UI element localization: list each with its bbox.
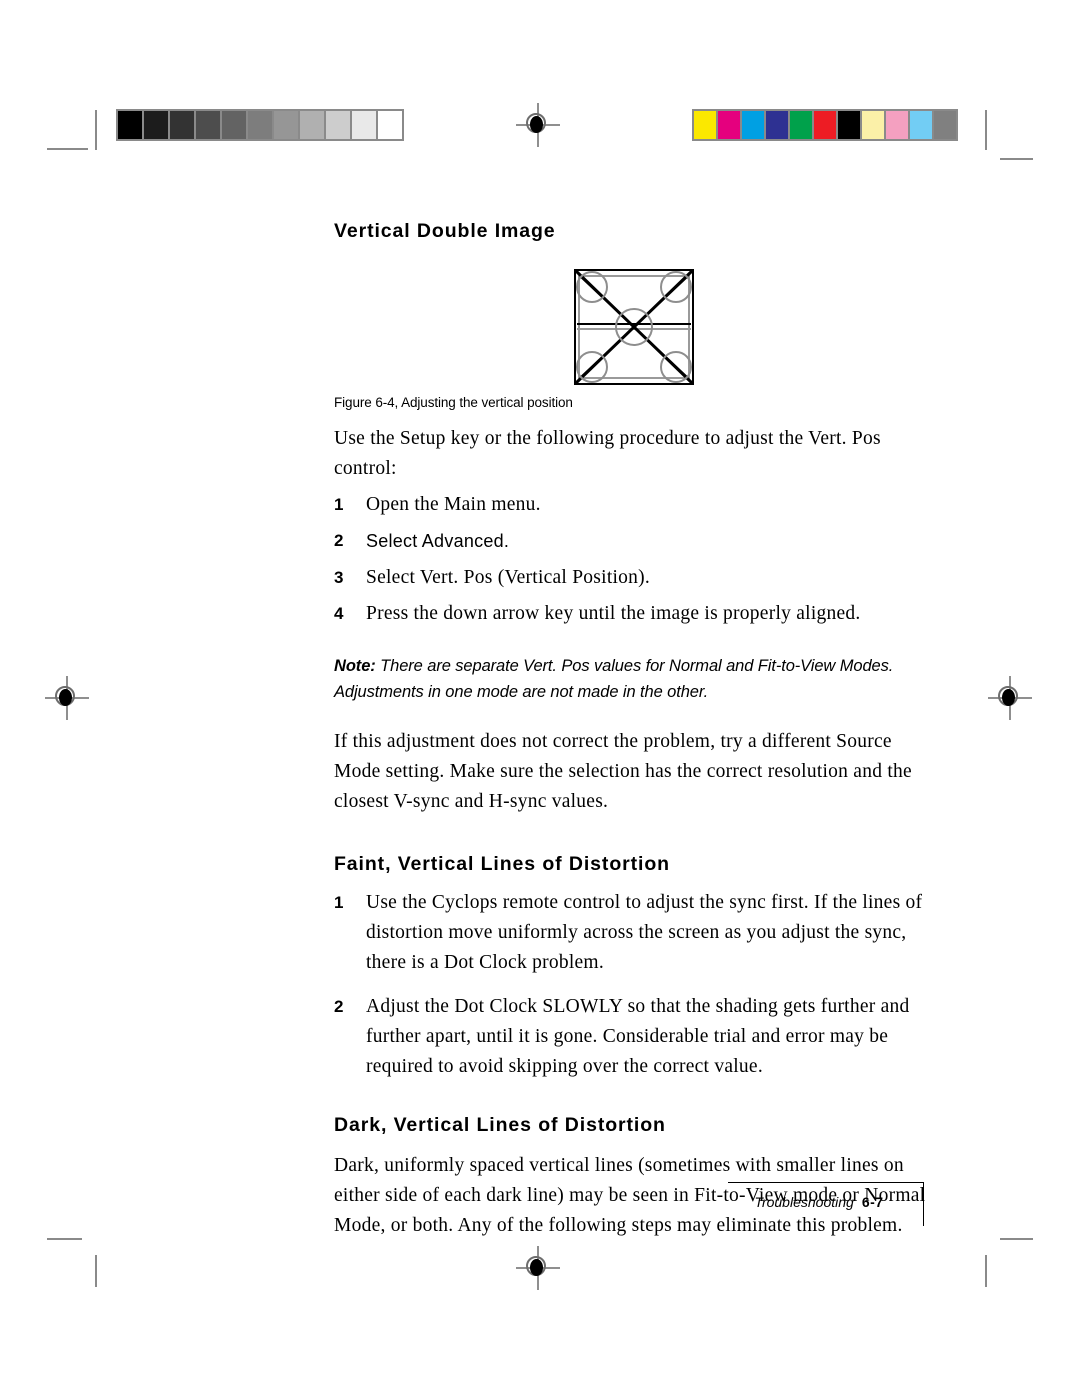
section-title-dark-vertical-lines: Dark, Vertical Lines of Distortion bbox=[334, 1114, 666, 1136]
step-number: 1 bbox=[334, 495, 344, 514]
figure-vertical-position bbox=[334, 267, 934, 387]
step-text: Open the Main menu. bbox=[366, 494, 541, 515]
step-text: Adjust the Dot Clock SLOWLY so that the … bbox=[366, 996, 910, 1077]
list-item: 3 Select Vert. Pos (Vertical Position). bbox=[334, 563, 934, 593]
step-text-before: Select bbox=[366, 531, 422, 551]
section-title-faint-vertical-lines: Faint, Vertical Lines of Distortion bbox=[334, 853, 670, 875]
footer-page-number: 6-7 bbox=[861, 1194, 884, 1210]
registration-dot bbox=[59, 689, 72, 706]
registration-dot bbox=[1002, 689, 1015, 706]
step-number: 2 bbox=[334, 997, 344, 1016]
page-title: Vertical Double Image bbox=[334, 220, 556, 242]
step-text: Use the Cyclops remote control to adjust… bbox=[366, 892, 923, 973]
crop-mark-bottom-right-horizontal bbox=[1000, 1238, 1033, 1240]
footer-rule-right bbox=[923, 1182, 924, 1226]
outro-paragraph: If this adjustment does not correct the … bbox=[334, 731, 912, 812]
crop-mark-bottom-right-vertical bbox=[985, 1255, 987, 1287]
crop-mark-top-right-horizontal bbox=[1000, 158, 1033, 160]
crop-mark-bottom-left-vertical bbox=[95, 1255, 97, 1287]
note-label: Note: bbox=[334, 657, 376, 675]
grayscale-swatch-7 bbox=[300, 111, 324, 139]
figure-caption: Figure 6-4, Adjusting the vertical posit… bbox=[334, 395, 573, 410]
list-item: 2 Select Advanced. bbox=[334, 526, 934, 557]
registration-mark-left-middle bbox=[45, 676, 89, 720]
list-item: 2 Adjust the Dot Clock SLOWLY so that th… bbox=[334, 992, 934, 1082]
footer-text: Troubleshooting 6-7 bbox=[728, 1194, 910, 1210]
grayscale-swatch-4 bbox=[222, 111, 246, 139]
registration-mark-right-middle bbox=[988, 676, 1032, 720]
list-item: 1 Open the Main menu. bbox=[334, 490, 934, 520]
step-term-advanced: Advanced bbox=[421, 531, 504, 551]
steps-list-faint-vertical-lines: 1 Use the Cyclops remote control to adju… bbox=[334, 888, 934, 1082]
step-text: Select Vert. Pos (Vertical Position). bbox=[366, 567, 651, 588]
alignment-test-pattern-icon bbox=[574, 269, 694, 385]
document-page: Vertical Double Image Figure 6-4, Adjust… bbox=[0, 0, 1080, 1397]
grayscale-swatch-3 bbox=[196, 111, 220, 139]
page-footer: Troubleshooting 6-7 bbox=[728, 1182, 924, 1226]
step-number: 3 bbox=[334, 568, 344, 587]
grayscale-swatch-5 bbox=[248, 111, 272, 139]
grayscale-swatch-6 bbox=[274, 111, 298, 139]
step-text: Press the down arrow key until the image… bbox=[366, 603, 861, 624]
grayscale-swatch-1 bbox=[144, 111, 168, 139]
step-number: 4 bbox=[334, 604, 344, 623]
footer-chapter-label: Troubleshooting bbox=[754, 1194, 854, 1210]
grayscale-swatch-0 bbox=[118, 111, 142, 139]
steps-list-vertical-double-image: 1 Open the Main menu. 2 Select Advanced.… bbox=[334, 490, 934, 629]
registration-dot bbox=[530, 1259, 543, 1276]
note-text: There are separate Vert. Pos values for … bbox=[334, 657, 894, 701]
step-number: 2 bbox=[334, 531, 344, 550]
crop-mark-top-left-horizontal bbox=[47, 148, 88, 150]
registration-mark-bottom-center bbox=[516, 1246, 560, 1290]
grayscale-swatch-2 bbox=[170, 111, 194, 139]
step-number: 1 bbox=[334, 893, 344, 912]
page-content: Vertical Double Image Figure 6-4, Adjust… bbox=[334, 0, 934, 1241]
list-item: 4 Press the down arrow key until the ima… bbox=[334, 599, 934, 629]
step-text-after: . bbox=[503, 531, 510, 551]
crop-mark-top-left-vertical bbox=[95, 110, 97, 150]
crop-mark-top-right-vertical bbox=[985, 110, 987, 150]
list-item: 1 Use the Cyclops remote control to adju… bbox=[334, 888, 934, 978]
color-swatch-10 bbox=[934, 111, 956, 139]
note-block: Note: There are separate Vert. Pos value… bbox=[334, 653, 934, 705]
crop-mark-bottom-left-horizontal bbox=[47, 1238, 82, 1240]
footer-rule-top bbox=[728, 1182, 924, 1183]
intro-paragraph: Use the Setup key or the following proce… bbox=[334, 428, 881, 479]
